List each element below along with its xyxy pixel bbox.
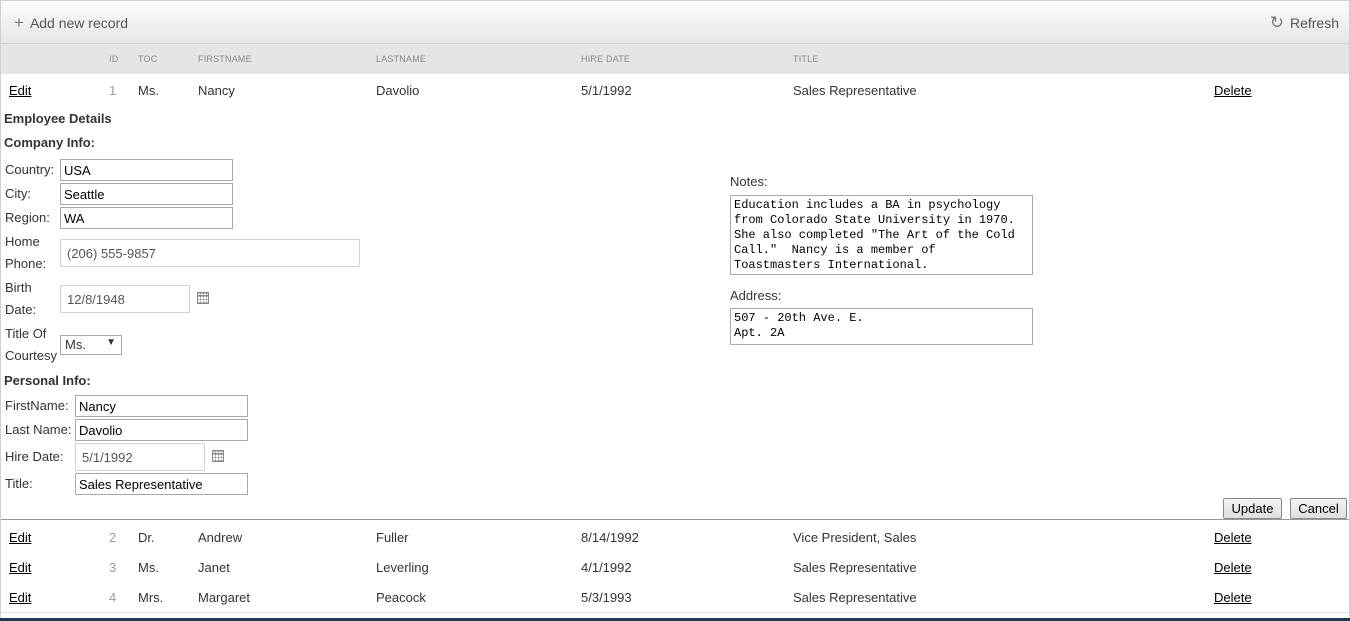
cell-title: Sales Representative (793, 590, 917, 605)
birth-date-label-line2: Date: (5, 302, 37, 317)
country-field[interactable] (60, 159, 233, 181)
title-field[interactable] (75, 473, 248, 495)
city-field[interactable] (60, 183, 233, 205)
column-header-id[interactable]: ID (109, 54, 118, 64)
region-label: Region: (5, 210, 50, 225)
cell-toc: Dr. (138, 530, 155, 545)
cell-lastname: Peacock (376, 590, 426, 605)
refresh-button[interactable]: ↻ Refresh (1270, 13, 1339, 33)
update-button[interactable]: Update (1223, 498, 1282, 519)
calendar-icon[interactable] (197, 292, 209, 304)
cell-hire-date: 5/1/1992 (581, 83, 632, 98)
add-new-record-button[interactable]: + Add new record (14, 13, 128, 33)
notes-textarea[interactable]: Education includes a BA in psychology fr… (730, 195, 1033, 275)
hire-date-field[interactable] (75, 443, 205, 471)
personal-info-heading: Personal Info: (4, 373, 91, 388)
edit-link[interactable]: Edit (9, 83, 31, 98)
firstname-field[interactable] (75, 395, 248, 417)
title-of-courtesy-value: Ms. (65, 337, 86, 352)
cell-id: 2 (109, 530, 117, 545)
notes-label: Notes: (730, 174, 768, 189)
column-header-toc[interactable]: TOC (138, 54, 157, 64)
cell-hire-date: 8/14/1992 (581, 530, 639, 545)
edit-link[interactable]: Edit (9, 590, 31, 605)
add-new-record-label: Add new record (29, 15, 128, 31)
region-field[interactable] (60, 207, 233, 229)
grid: + Add new record ↻ Refresh ID TOC FIRSTNAM… (0, 0, 1350, 621)
plus-icon: + (14, 13, 24, 32)
column-header-firstname[interactable]: FIRSTNAME (198, 54, 252, 64)
address-textarea[interactable]: 507 - 20th Ave. E. Apt. 2A (730, 308, 1033, 345)
edit-link[interactable]: Edit (9, 560, 31, 575)
address-label: Address: (730, 288, 782, 303)
cell-firstname: Andrew (198, 530, 243, 545)
delete-link[interactable]: Delete (1214, 530, 1252, 545)
refresh-label: Refresh (1289, 15, 1339, 31)
table-row: Edit 4 Mrs. Margaret Peacock 5/3/1993 Sa… (1, 582, 1349, 613)
home-phone-field[interactable] (60, 239, 360, 267)
cell-firstname: Janet (198, 560, 230, 575)
chevron-down-icon: ▼ (106, 337, 116, 348)
table-row: Edit 2 Dr. Andrew Fuller 8/14/1992 Vice … (1, 522, 1349, 553)
command-bar: + Add new record ↻ Refresh (1, 1, 1349, 44)
cell-toc: Ms. (138, 83, 159, 98)
title-of-courtesy-select[interactable]: Ms. ▼ (60, 335, 122, 355)
delete-link[interactable]: Delete (1214, 83, 1252, 98)
edit-link[interactable]: Edit (9, 530, 31, 545)
cell-id: 4 (109, 590, 117, 605)
calendar-icon[interactable] (212, 450, 224, 462)
cell-firstname: Margaret (198, 590, 251, 605)
refresh-icon: ↻ (1269, 13, 1284, 32)
employee-details-heading: Employee Details (4, 111, 112, 126)
cell-id: 3 (109, 560, 117, 575)
home-phone-label-line2: Phone: (5, 256, 47, 271)
cell-hire-date: 4/1/1992 (581, 560, 632, 575)
cell-id: 1 (109, 83, 117, 98)
title-of-courtesy-label-line1: Title Of (5, 326, 47, 341)
lastname-field[interactable] (75, 419, 248, 441)
column-header-title[interactable]: TITLE (793, 54, 819, 64)
hire-date-label: Hire Date: (5, 449, 64, 464)
column-header-hire-date[interactable]: HIRE DATE (581, 54, 630, 64)
grid-header: ID TOC FIRSTNAME LASTNAME HIRE DATE TITL… (1, 44, 1349, 74)
delete-link[interactable]: Delete (1214, 590, 1252, 605)
company-info-heading: Company Info: (4, 135, 95, 150)
table-row: Edit 1 Ms. Nancy Davolio 5/1/1992 Sales … (1, 75, 1349, 106)
table-row: Edit 3 Ms. Janet Leverling 4/1/1992 Sale… (1, 552, 1349, 583)
title-of-courtesy-label-line2: Courtesy (5, 348, 58, 363)
birth-date-label-line1: Birth (5, 280, 32, 295)
cell-title: Sales Representative (793, 560, 917, 575)
cell-title: Vice President, Sales (793, 530, 917, 545)
cell-lastname: Leverling (376, 560, 429, 575)
city-label: City: (5, 186, 31, 201)
cell-lastname: Fuller (376, 530, 409, 545)
birth-date-field[interactable] (60, 285, 190, 313)
cell-lastname: Davolio (376, 83, 420, 98)
firstname-label: FirstName: (5, 398, 69, 413)
cell-firstname: Nancy (198, 83, 235, 98)
cell-toc: Ms. (138, 560, 159, 575)
home-phone-label-line1: Home (5, 234, 40, 249)
edit-form: Employee Details Company Info: Country: … (1, 105, 1349, 520)
cell-title: Sales Representative (793, 83, 917, 98)
delete-link[interactable]: Delete (1214, 560, 1252, 575)
country-label: Country: (5, 162, 55, 177)
cell-hire-date: 5/3/1993 (581, 590, 632, 605)
cancel-button[interactable]: Cancel (1290, 498, 1347, 519)
lastname-label: Last Name: (5, 422, 72, 437)
title-label: Title: (5, 476, 33, 491)
column-header-lastname[interactable]: LASTNAME (376, 54, 426, 64)
cell-toc: Mrs. (138, 590, 164, 605)
